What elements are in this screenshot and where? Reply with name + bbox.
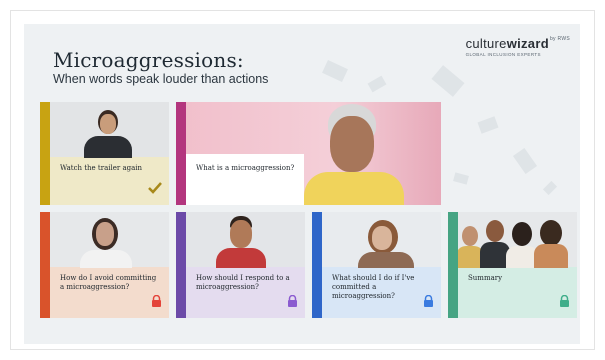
card-what-if-committed[interactable]: What should I do if I've committed a mic… [312,212,441,318]
lock-icon [559,294,570,312]
card-accent-bar [176,102,186,205]
card-label: How should I respond to a microaggressio… [196,274,290,291]
card-accent-bar [312,212,322,318]
card-summary[interactable]: Summary [448,212,577,318]
page-subtitle: When words speak louder than actions [53,72,269,86]
brand-logo: culturewizardby RWS GLOBAL INCLUSION EXP… [466,36,570,57]
page-title: Microaggressions: [53,48,244,72]
brand-name-bold: wizard [506,36,549,51]
card-label: What should I do if I've committed a mic… [332,274,415,300]
person-figure [358,252,414,268]
card-label: How do I avoid committing a microaggress… [60,274,157,291]
card-label: Summary [468,274,503,282]
card-label: What is a microaggression? [196,164,295,172]
decorative-shard [431,65,465,97]
person-figure [80,250,132,268]
card-photo [176,212,305,268]
card-label-box [186,154,304,205]
person-figure [486,220,504,242]
card-accent-bar [40,212,50,318]
card-watch-trailer[interactable]: Watch the trailer again [40,102,169,205]
person-figure [84,136,132,158]
person-figure [216,248,266,268]
brand-by: by RWS [549,36,570,42]
brand-name-light: culture [465,36,507,51]
person-figure [372,226,392,250]
card-photo [448,212,577,268]
person-figure [304,172,404,205]
person-figure [512,222,532,246]
person-figure [462,226,478,246]
card-accent-bar [176,212,186,318]
check-icon [148,181,162,199]
lock-icon [423,294,434,312]
card-accent-bar [40,102,50,205]
card-accent-bar [448,212,458,318]
person-figure [100,114,116,134]
card-label: Watch the trailer again [60,164,143,172]
decorative-shard [512,147,538,175]
decorative-shard [453,172,469,185]
card-how-respond[interactable]: How should I respond to a microaggressio… [176,212,305,318]
card-what-is-microaggression[interactable]: What is a microaggression? [176,102,441,205]
brand-tagline: GLOBAL INCLUSION EXPERTS [465,52,541,57]
person-figure [534,244,568,268]
decorative-shard [322,60,348,82]
decorative-shard [477,116,499,134]
card-how-avoid[interactable]: How do I avoid committing a microaggress… [40,212,169,318]
decorative-shard [367,75,387,93]
lock-icon [151,294,162,312]
person-figure [230,220,252,248]
person-figure [540,220,562,246]
card-photo [40,102,169,158]
card-photo [312,212,441,268]
decorative-shard [542,180,558,196]
lock-icon [287,294,298,312]
course-menu-panel: Microaggressions: When words speak loude… [24,24,580,344]
card-photo [40,212,169,268]
person-figure [96,222,114,246]
